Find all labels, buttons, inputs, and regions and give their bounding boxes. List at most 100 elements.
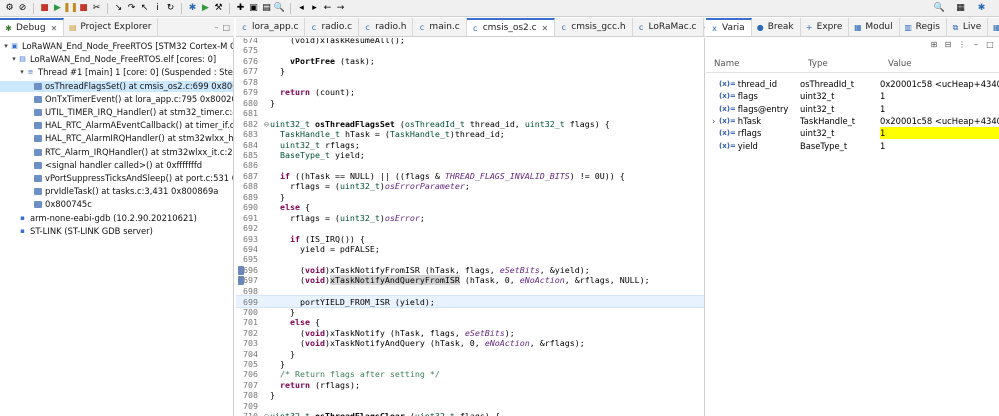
code-text: uint32_t osThreadFlagsClear (uint32_t fl…: [270, 411, 500, 416]
variables-view-tab[interactable]: ⧉ Live: [947, 18, 989, 36]
suspend-icon[interactable]: ❚❚: [63, 3, 78, 14]
variable-value-cell[interactable]: 1: [880, 90, 999, 102]
variable-row[interactable]: (x)= rflags uint32_t 1: [706, 127, 999, 140]
column-header-name[interactable]: Name: [706, 59, 800, 69]
debug-tree-item[interactable]: ▾ ▣ LoRaWAN_End_Node_FreeRTOS [STM32 Corte…: [0, 41, 233, 52]
minimize-icon[interactable]: –: [704, 23, 705, 32]
restart-icon[interactable]: ↻: [165, 3, 176, 14]
debug-run-icon[interactable]: ✱: [187, 3, 198, 14]
debug-perspective-icon[interactable]: ⚙: [4, 3, 15, 14]
column-header-value[interactable]: Value: [880, 59, 999, 69]
stack-frame-item[interactable]: vPortSuppressTicksAndSleep() at port.c:5…: [0, 173, 233, 184]
step-into-icon[interactable]: ↘: [113, 3, 124, 14]
variable-name-cell: (x)= rflags: [706, 127, 800, 139]
disconnect-icon[interactable]: ✂: [91, 3, 102, 14]
close-icon[interactable]: ✕: [51, 24, 58, 33]
collapse-all-icon[interactable]: ⊟: [943, 40, 953, 50]
variable-row[interactable]: (x)= yield BaseType_t 1: [706, 140, 999, 152]
stack-frame-item[interactable]: 0x800745c: [0, 199, 233, 210]
close-icon[interactable]: ✕: [542, 24, 549, 33]
variables-view-tab[interactable]: ▦ Modul: [849, 18, 900, 36]
show-type-names-icon[interactable]: ⊞: [929, 40, 939, 50]
variables-view-tab[interactable]: x Varia: [706, 18, 752, 36]
editor-tab[interactable]: c main.c: [413, 18, 467, 36]
search-icon[interactable]: 🔍: [934, 3, 945, 14]
perspective-icon[interactable]: ▦: [955, 3, 966, 14]
open-icon[interactable]: ▣: [248, 3, 259, 14]
new-file-icon[interactable]: ✚: [235, 3, 246, 14]
step-return-icon[interactable]: ↖: [139, 3, 150, 14]
expand-toggle-icon[interactable]: ›: [712, 115, 717, 127]
column-header-type[interactable]: Type: [800, 59, 880, 69]
frame-icon: [34, 161, 42, 169]
expand-toggle-icon[interactable]: ▾: [18, 67, 26, 78]
editor-tab[interactable]: c radio.h: [359, 18, 414, 36]
maximize-icon[interactable]: □: [985, 40, 995, 50]
expand-toggle-icon[interactable]: ▾: [2, 41, 10, 52]
stop-icon[interactable]: ■: [78, 3, 89, 14]
editor-tab[interactable]: c cmsis_gcc.h: [555, 18, 633, 36]
variables-view-tab[interactable]: ● Break: [752, 18, 801, 36]
stack-frame-item[interactable]: OnTxTimerEvent() at lora_app.c:795 0x800…: [0, 94, 233, 105]
variables-view: ⊞ ⊟ ⋮ – □ Name Type Value (x)= thread_id osT…: [706, 38, 999, 416]
variable-value-cell[interactable]: 1: [880, 140, 999, 152]
stack-frame-item[interactable]: HAL_RTC_AlarmAEventCallback() at timer_i…: [0, 120, 233, 131]
code-editor[interactable]: 674 (void)xTaskResumeAll(); 675 676 vPortF…: [236, 38, 705, 416]
debug-tree-item[interactable]: ▾ ▤ LoRaWAN_End_Node_FreeRTOS.elf [cores: …: [0, 54, 233, 65]
variable-row[interactable]: (x)= thread_id osThreadId_t 0x20001c58 <ucH…: [706, 78, 999, 90]
expand-toggle-icon[interactable]: ▾: [10, 54, 18, 65]
frame-icon: [34, 148, 42, 156]
editor-tab[interactable]: c radio.c: [305, 18, 360, 36]
debug-view-tab-label: Project Explorer: [80, 22, 152, 32]
stack-frame-item[interactable]: HAL_RTC_AlarmIRQHandler() at stm32wlxx_h…: [0, 133, 233, 144]
forward-icon[interactable]: →: [335, 3, 346, 14]
minimize-icon[interactable]: –: [971, 40, 981, 50]
variable-value-cell[interactable]: 1: [880, 103, 999, 115]
debug-tree-label: <signal handler called>() at 0xfffffffd: [45, 159, 203, 170]
c-file-icon: c: [473, 23, 478, 33]
debug-tree-item[interactable]: ▾ ≡ Thread #1 [main] 1 [core: 0] (Suspende…: [0, 67, 233, 78]
instruction-step-icon[interactable]: i: [152, 3, 163, 14]
maximize-icon[interactable]: □: [222, 23, 230, 32]
step-over-icon[interactable]: ↷: [126, 3, 137, 14]
editor-tab[interactable]: c cmsis_os2.c ✕: [466, 18, 556, 36]
variables-view-tab[interactable]: ▦SFRs: [988, 18, 999, 36]
debug-tree-label: vPortSuppressTicksAndSleep() at port.c:5…: [45, 173, 233, 183]
variable-value-cell[interactable]: 0x20001c58 <ucHeap+4340>: [880, 78, 999, 90]
resume-icon[interactable]: ▶: [52, 3, 63, 14]
back-icon[interactable]: ←: [322, 3, 333, 14]
terminate-icon[interactable]: ■: [39, 3, 50, 14]
skip-breakpoints-icon[interactable]: ⊘: [17, 3, 28, 14]
editor-tab[interactable]: c LoRaMac.c: [633, 18, 704, 36]
next-edit-icon[interactable]: ▸: [309, 3, 320, 14]
frame-icon: [34, 122, 42, 130]
search-icon[interactable]: 🔍: [274, 3, 285, 14]
variable-row[interactable]: (x)= flags uint32_t 1: [706, 90, 999, 102]
variables-view-tab[interactable]: + Expre: [801, 18, 850, 36]
debug-view-tab[interactable]: ✱ Debug ✕: [0, 18, 65, 36]
debug-tree-item[interactable]: ▪ ST-LINK (ST-LINK GDB server): [0, 226, 233, 237]
prev-edit-icon[interactable]: ◂: [296, 3, 307, 14]
stack-frame-item[interactable]: <signal handler called>() at 0xfffffffd: [0, 159, 233, 171]
variable-row[interactable]: (x)= flags@entry uint32_t 1: [706, 103, 999, 115]
variable-row[interactable]: › (x)= hTask TaskHandle_t 0x20001c58 <ucHeap…: [706, 115, 999, 127]
external-tools-icon[interactable]: ⚒: [213, 3, 224, 14]
view-menu-icon[interactable]: ⋮: [957, 40, 967, 50]
stack-frame-item[interactable]: prvIdleTask() at tasks.c:3,431 0x800869a: [0, 186, 233, 197]
variable-name-cell: › (x)= hTask: [706, 115, 800, 127]
stack-frame-item[interactable]: RTC_Alarm_IRQHandler() at stm32wlxx_it.c…: [0, 147, 233, 158]
variable-value-cell[interactable]: 1: [880, 127, 999, 140]
stack-frame-item[interactable]: osThreadFlagsSet() at cmsis_os2.c:699 0x…: [0, 80, 233, 92]
editor-tab[interactable]: c lora_app.c: [236, 18, 306, 36]
save-icon[interactable]: ▤: [261, 3, 272, 14]
variable-value-cell[interactable]: 0x20001c58 <ucHeap+4340>: [880, 115, 999, 127]
debug-tree-item[interactable]: ▪ arm-none-eabi-gdb (10.2.90.20210621): [0, 213, 233, 224]
stack-frame-item[interactable]: UTIL_TIMER_IRQ_Handler() at stm32_timer.…: [0, 107, 233, 118]
debug-view-tab[interactable]: ▤ Project Explorer: [64, 18, 159, 36]
modules-icon: ▦: [854, 22, 862, 32]
c-file-icon: c: [638, 22, 644, 32]
debug-perspective-active-icon[interactable]: ✱: [976, 3, 987, 14]
run-icon[interactable]: ▶: [200, 3, 211, 14]
variables-view-tab[interactable]: ▥ Regis: [900, 18, 947, 36]
minimize-icon[interactable]: –: [214, 23, 218, 32]
